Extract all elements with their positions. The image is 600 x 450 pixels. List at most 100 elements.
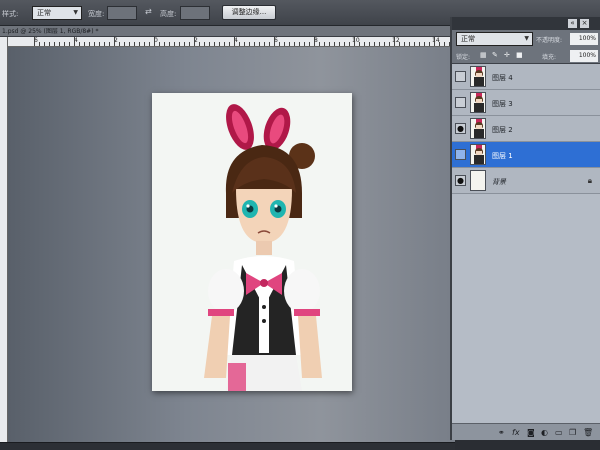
horizontal-ruler[interactable]: 6 4 2 0 2 4 6 8 10 12 14 — [8, 37, 480, 47]
layer-name: 图层 2 — [492, 126, 513, 134]
ruler-tick — [269, 42, 270, 46]
ruler-tick — [314, 37, 315, 46]
layer-thumbnail — [470, 118, 486, 139]
ruler-tick — [354, 37, 355, 46]
close-icon[interactable]: × — [580, 19, 589, 28]
ruler-tick — [54, 42, 55, 46]
layer-row-3[interactable]: 图层 3 — [452, 90, 600, 116]
lock-all-icon[interactable]: ■ — [516, 51, 523, 59]
ruler-tick — [289, 42, 290, 46]
layer-name: 图层 3 — [492, 100, 513, 108]
ruler-tick — [394, 37, 395, 46]
layers-panel: « × 正常 ▼ 不透明度: 100% 锁定: ▦ ✎ ✛ ■ 填充: 100%… — [450, 17, 600, 440]
ruler-tick — [64, 42, 65, 46]
collapse-icon[interactable]: « — [568, 19, 577, 28]
ruler-tick — [134, 42, 135, 46]
opacity-field[interactable]: 100% — [570, 33, 598, 45]
lock-row: 锁定: ▦ ✎ ✛ ■ 填充: 100% — [452, 48, 600, 64]
ruler-tick — [349, 42, 350, 46]
eye-icon[interactable]: ● — [455, 175, 466, 186]
ruler-tick — [439, 42, 440, 46]
document-tab[interactable]: 1.psd @ 25% (图层 1, RGB/8#) * — [0, 26, 455, 37]
blend-mode-select[interactable]: 正常 ▼ — [456, 32, 533, 46]
layer-row-background[interactable]: ● 背景 🔒︎ — [452, 168, 600, 194]
ruler-tick — [424, 42, 425, 46]
ruler-tick — [69, 42, 70, 46]
lock-position-icon[interactable]: ✛ — [504, 51, 510, 59]
visibility-toggle[interactable] — [455, 149, 466, 160]
new-layer-icon[interactable]: ❐ — [569, 428, 576, 437]
ruler-tick — [339, 42, 340, 46]
right-sleeve — [284, 269, 320, 313]
ruler-tick — [149, 42, 150, 46]
fill-label: 填充: — [542, 54, 557, 61]
ruler-tick — [199, 42, 200, 46]
ruler-tick — [204, 42, 205, 46]
folder-icon[interactable]: ▭ — [555, 428, 563, 437]
ruler-tick — [249, 42, 250, 46]
eye-icon[interactable]: ● — [455, 123, 466, 134]
layer-row-2[interactable]: ● 图层 2 — [452, 116, 600, 142]
width-field[interactable] — [107, 6, 137, 20]
vertical-ruler[interactable] — [0, 37, 8, 442]
ruler-tick — [284, 42, 285, 46]
layer-thumbnail — [470, 92, 486, 113]
ruler-tick — [319, 42, 320, 46]
ruler-tick — [49, 42, 50, 46]
fill-field[interactable]: 100% — [570, 50, 598, 62]
ruler-tick — [264, 42, 265, 46]
width-label: 宽度: — [88, 10, 105, 18]
ruler-tick — [94, 42, 95, 46]
lock-transparency-icon[interactable]: ▦ — [480, 51, 487, 59]
bunny-ears — [226, 104, 291, 151]
swap-icon[interactable]: ⇄ — [145, 7, 152, 16]
ruler-tick — [404, 42, 405, 46]
height-field[interactable] — [180, 6, 210, 20]
canvas-area[interactable] — [8, 47, 455, 442]
chevron-down-icon: ▼ — [73, 9, 78, 16]
ruler-tick — [309, 42, 310, 46]
ruler-tick — [304, 42, 305, 46]
ruler-tick — [119, 42, 120, 46]
refine-edge-button[interactable]: 调整边缘... — [222, 5, 276, 20]
style-select[interactable]: 正常 ▼ — [32, 6, 82, 20]
document-canvas[interactable] — [152, 93, 352, 391]
ruler-tick — [434, 37, 435, 46]
ruler-tick — [214, 42, 215, 46]
ruler-tick — [324, 42, 325, 46]
mask-icon[interactable]: ◙ — [527, 428, 535, 437]
ruler-tick — [104, 42, 105, 46]
ruler-tick — [84, 42, 85, 46]
ruler-tick — [129, 42, 130, 46]
fx-icon[interactable]: fx — [512, 428, 520, 437]
trash-icon[interactable]: 🗑︎ — [583, 428, 593, 437]
ruler-tick — [444, 42, 445, 46]
visibility-toggle[interactable] — [455, 97, 466, 108]
layer-name: 图层 1 — [492, 152, 513, 160]
face — [236, 189, 292, 243]
ruler-tick — [344, 42, 345, 46]
ruler-tick — [299, 42, 300, 46]
adjustment-icon[interactable]: ◐ — [541, 428, 548, 437]
ruler-tick — [294, 42, 295, 46]
ruler-tick — [254, 42, 255, 46]
link-icon[interactable]: ⚭ — [498, 428, 505, 437]
ruler-tick — [239, 42, 240, 46]
ruler-tick — [79, 42, 80, 46]
layer-row-4[interactable]: 图层 4 — [452, 64, 600, 90]
ruler-tick — [194, 37, 195, 46]
ruler-tick — [154, 37, 155, 46]
ruler-tick — [244, 42, 245, 46]
ruler-tick — [389, 42, 390, 46]
ruler-tick — [359, 42, 360, 46]
ruler-tick — [164, 42, 165, 46]
ruler-tick — [184, 42, 185, 46]
layer-row-1[interactable]: 图层 1 — [452, 142, 600, 168]
layer-thumbnail — [470, 66, 486, 87]
ruler-tick — [139, 42, 140, 46]
visibility-toggle[interactable] — [455, 71, 466, 82]
ruler-tick — [274, 37, 275, 46]
lock-pixels-icon[interactable]: ✎ — [492, 51, 498, 59]
ruler-tick — [169, 42, 170, 46]
left-sleeve — [208, 269, 244, 313]
